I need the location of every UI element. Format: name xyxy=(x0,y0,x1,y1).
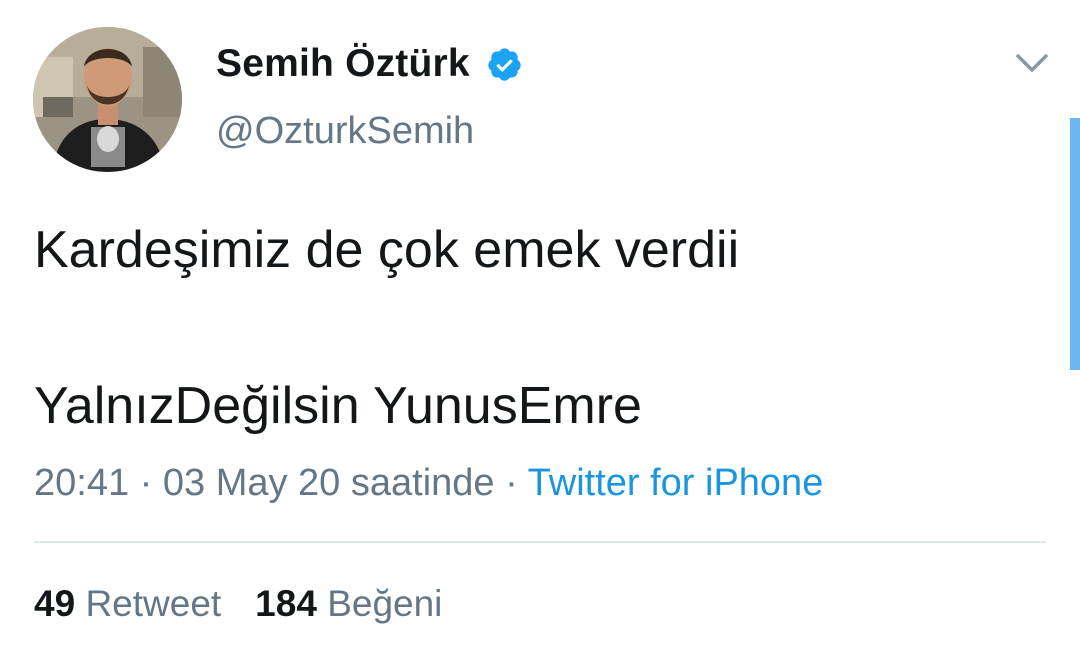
scrollbar[interactable] xyxy=(1070,118,1080,370)
like-stat[interactable]: 184 Beğeni xyxy=(255,583,442,624)
verified-badge-icon xyxy=(486,46,523,83)
retweet-stat[interactable]: 49 Retweet xyxy=(34,583,221,624)
tweet-detail-screen: Semih Öztürk @OzturkSemih Kardeşimiz de … xyxy=(0,0,1080,646)
author-display-name[interactable]: Semih Öztürk xyxy=(216,42,470,86)
tweet-text-line: Kardeşimiz de çok emek verdii xyxy=(34,221,740,279)
author-row: Semih Öztürk xyxy=(216,40,523,88)
tweet-time: 20:41 xyxy=(34,462,130,504)
tweet-meta: 20:41 · 03 May 20 saatinde · Twitter for… xyxy=(34,462,823,505)
avatar[interactable] xyxy=(33,27,182,172)
tweet-date: 03 May 20 saatinde xyxy=(162,462,495,504)
tweet-stats: 49 Retweet 184 Beğeni xyxy=(34,583,442,625)
tweet-source-link[interactable]: Twitter for iPhone xyxy=(528,462,824,504)
tweet-hashtag-line: YalnızDeğilsin YunusEmre xyxy=(34,377,642,435)
meta-separator: · xyxy=(505,462,518,504)
like-count: 184 xyxy=(255,583,317,624)
avatar-photo xyxy=(33,27,182,172)
like-label: Beğeni xyxy=(327,583,443,624)
divider xyxy=(34,541,1046,543)
chevron-down-icon[interactable] xyxy=(1014,50,1050,76)
retweet-count: 49 xyxy=(34,583,76,624)
retweet-label: Retweet xyxy=(85,583,222,624)
author-handle[interactable]: @OzturkSemih xyxy=(216,110,474,153)
meta-separator: · xyxy=(139,462,153,504)
